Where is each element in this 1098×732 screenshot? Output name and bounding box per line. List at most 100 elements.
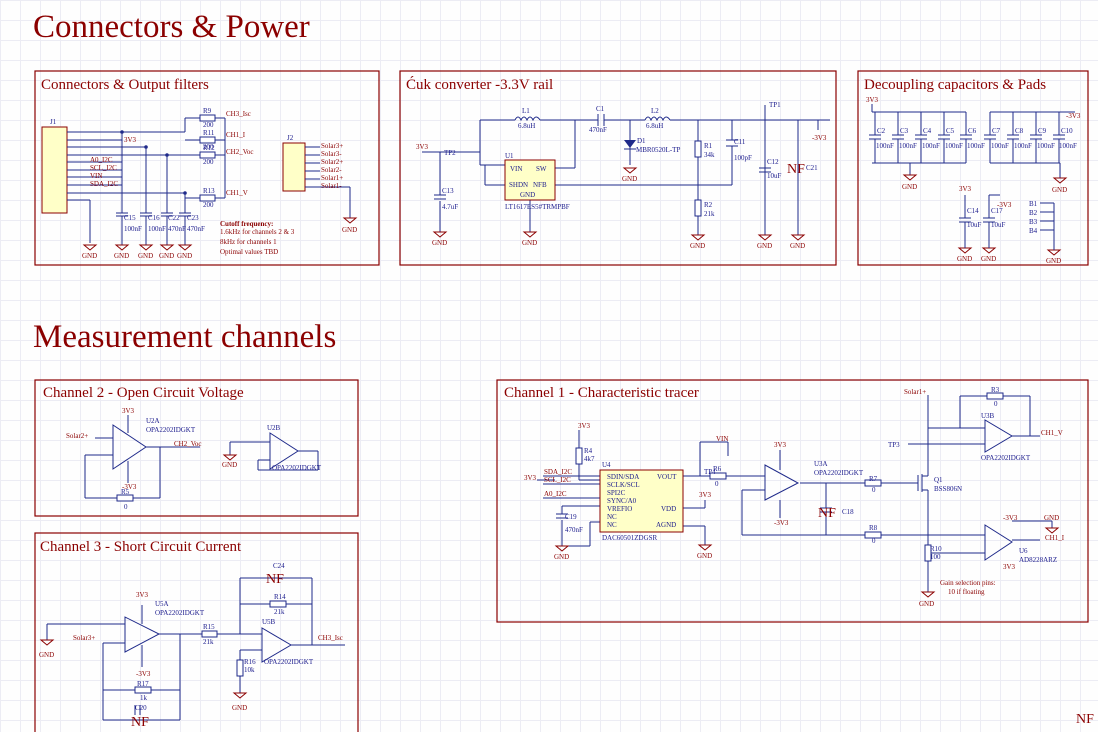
c23-label: C23 [187,214,199,222]
c19-value: 470nF [565,526,583,534]
net-scl-i2c: SCL_I2C [90,164,117,172]
u2a-part: OPA2202IDGKT [146,426,196,434]
c5-value: 100nF [945,142,963,150]
u2b-part: OPA2202IDGKT [272,464,322,472]
c24-nf: NF [266,572,284,587]
gnd-j1: GND [82,252,97,260]
r16-value: 10k [244,666,255,674]
r8-value: 0 [872,537,876,545]
u5a-part: OPA2202IDGKT [155,609,205,617]
net-3v3-u4: 3V3 [524,474,537,482]
gnd-u1: GND [522,239,537,247]
section-title-power: Connectors & Power [33,9,310,45]
net-m3v3-u6: -3V3 [1003,514,1018,522]
u3a-opamp [764,464,800,501]
c20-label: C20 [135,704,147,712]
net-3v3-vdd: 3V3 [699,491,712,499]
d1-value: MBR0520L-TP [636,146,680,154]
c16-label: C16 [148,214,160,222]
l1-value: 6.8uH [518,122,535,130]
net-ch2-voc: CH2_Voc [226,148,253,156]
r10-value: 100 [930,553,941,561]
net-solar3p-j2: Solar3+ [321,142,343,150]
net-3v3-dec: 3V3 [866,96,879,104]
r4-value: 4k7 [584,455,595,463]
d1-diode [624,140,636,148]
c22-value: 470nF [168,225,186,233]
gain-note-line1: Gain selection pins: [940,579,996,587]
l2-label: L2 [651,107,659,115]
net-ch2-voc-out: CH2_Voc [174,440,201,448]
r1-label: R1 [704,142,713,150]
c2-value: 100nF [876,142,894,150]
c16-value: 100nF [148,225,166,233]
c21-nf: NF [787,162,805,177]
r4-label: R4 [584,447,593,455]
net-solar2p-j2: Solar2+ [321,158,343,166]
net-a0-u4: A0_I2C [544,490,567,498]
net-3v3-u5a: 3V3 [136,591,149,599]
c1-value: 470nF [589,126,607,134]
r9-label: R9 [203,107,212,115]
r17-value: 1k [140,694,148,702]
r13-value: 200 [203,201,214,209]
net-3v3-r4: 3V3 [578,422,591,430]
corner-nf-label: NF [1076,712,1094,727]
gnd-r16: GND [232,704,247,712]
decoupling-capacitors [869,112,1065,163]
r2-label: R2 [704,201,713,209]
r8-label: R8 [869,524,878,532]
gnd-c17: GND [981,255,996,263]
d1-label: D1 [637,137,646,145]
net-solar1m-j2: Solar1- [321,182,342,190]
net-ch3-isc-out: CH3_Isc [318,634,343,642]
net-ch1-i: CH1_I [226,131,246,139]
c23-value: 470nF [187,225,205,233]
c13-label: C13 [442,187,454,195]
pad-b4: B4 [1029,227,1038,235]
net-a0-i2c: A0_I2C [90,156,113,164]
c14-value: 10uF [967,221,982,229]
gnd-c16: GND [138,252,153,260]
c7-label: C7 [992,127,1001,135]
r5-value: 0 [124,503,128,511]
c21-label: C21 [806,164,818,172]
gnd-ch3: GND [39,651,54,659]
u6-part: AD8228ARZ [1019,556,1057,564]
cutoff-line3: Optimal values TBD [220,248,278,256]
c1-label: C1 [596,105,605,113]
r2-resistor [694,199,702,217]
gnd-c19: GND [554,553,569,561]
c24-label: C24 [273,562,285,570]
net-solar1p-j2: Solar1+ [321,174,343,182]
u1-pin-gnd: GND [520,191,535,199]
cutoff-line1: 1.6kHz for channels 2 & 3 [220,228,295,236]
c6-value: 100nF [967,142,985,150]
gnd-u2b: GND [222,461,237,469]
u5b-opamp [261,627,292,663]
r7-label: R7 [869,475,878,483]
net-ch1-v-out: CH1_V [1041,429,1063,437]
u1-label: U1 [505,152,514,160]
net-3v3-j1: 3V3 [124,136,137,144]
net-solar2p-ch2: Solar2+ [66,432,88,440]
l2-value: 6.8uH [646,122,663,130]
u2a-opamp [112,424,147,470]
u3b-opamp [984,419,1013,453]
r13-label: R13 [203,187,215,195]
gnd-pads: GND [1046,257,1061,265]
r6-label: R6 [713,465,722,473]
r14-resistor [269,600,287,608]
c3-value: 100nF [899,142,917,150]
c12-label: C12 [767,158,779,166]
pad-b2: B2 [1029,209,1038,217]
r11-label: R11 [203,129,215,137]
u1-pin-sw: SW [536,165,547,173]
u4-pin-agnd: AGND [656,521,676,529]
net-3v3-u2a: 3V3 [122,407,135,415]
r12-label: R12 [203,144,215,152]
j2-connector [282,142,306,192]
u1-part: LT1617ES5#TRMPBF [505,203,570,211]
r4-resistor [575,447,583,465]
gain-note-line2: 10 if floating [948,588,985,596]
